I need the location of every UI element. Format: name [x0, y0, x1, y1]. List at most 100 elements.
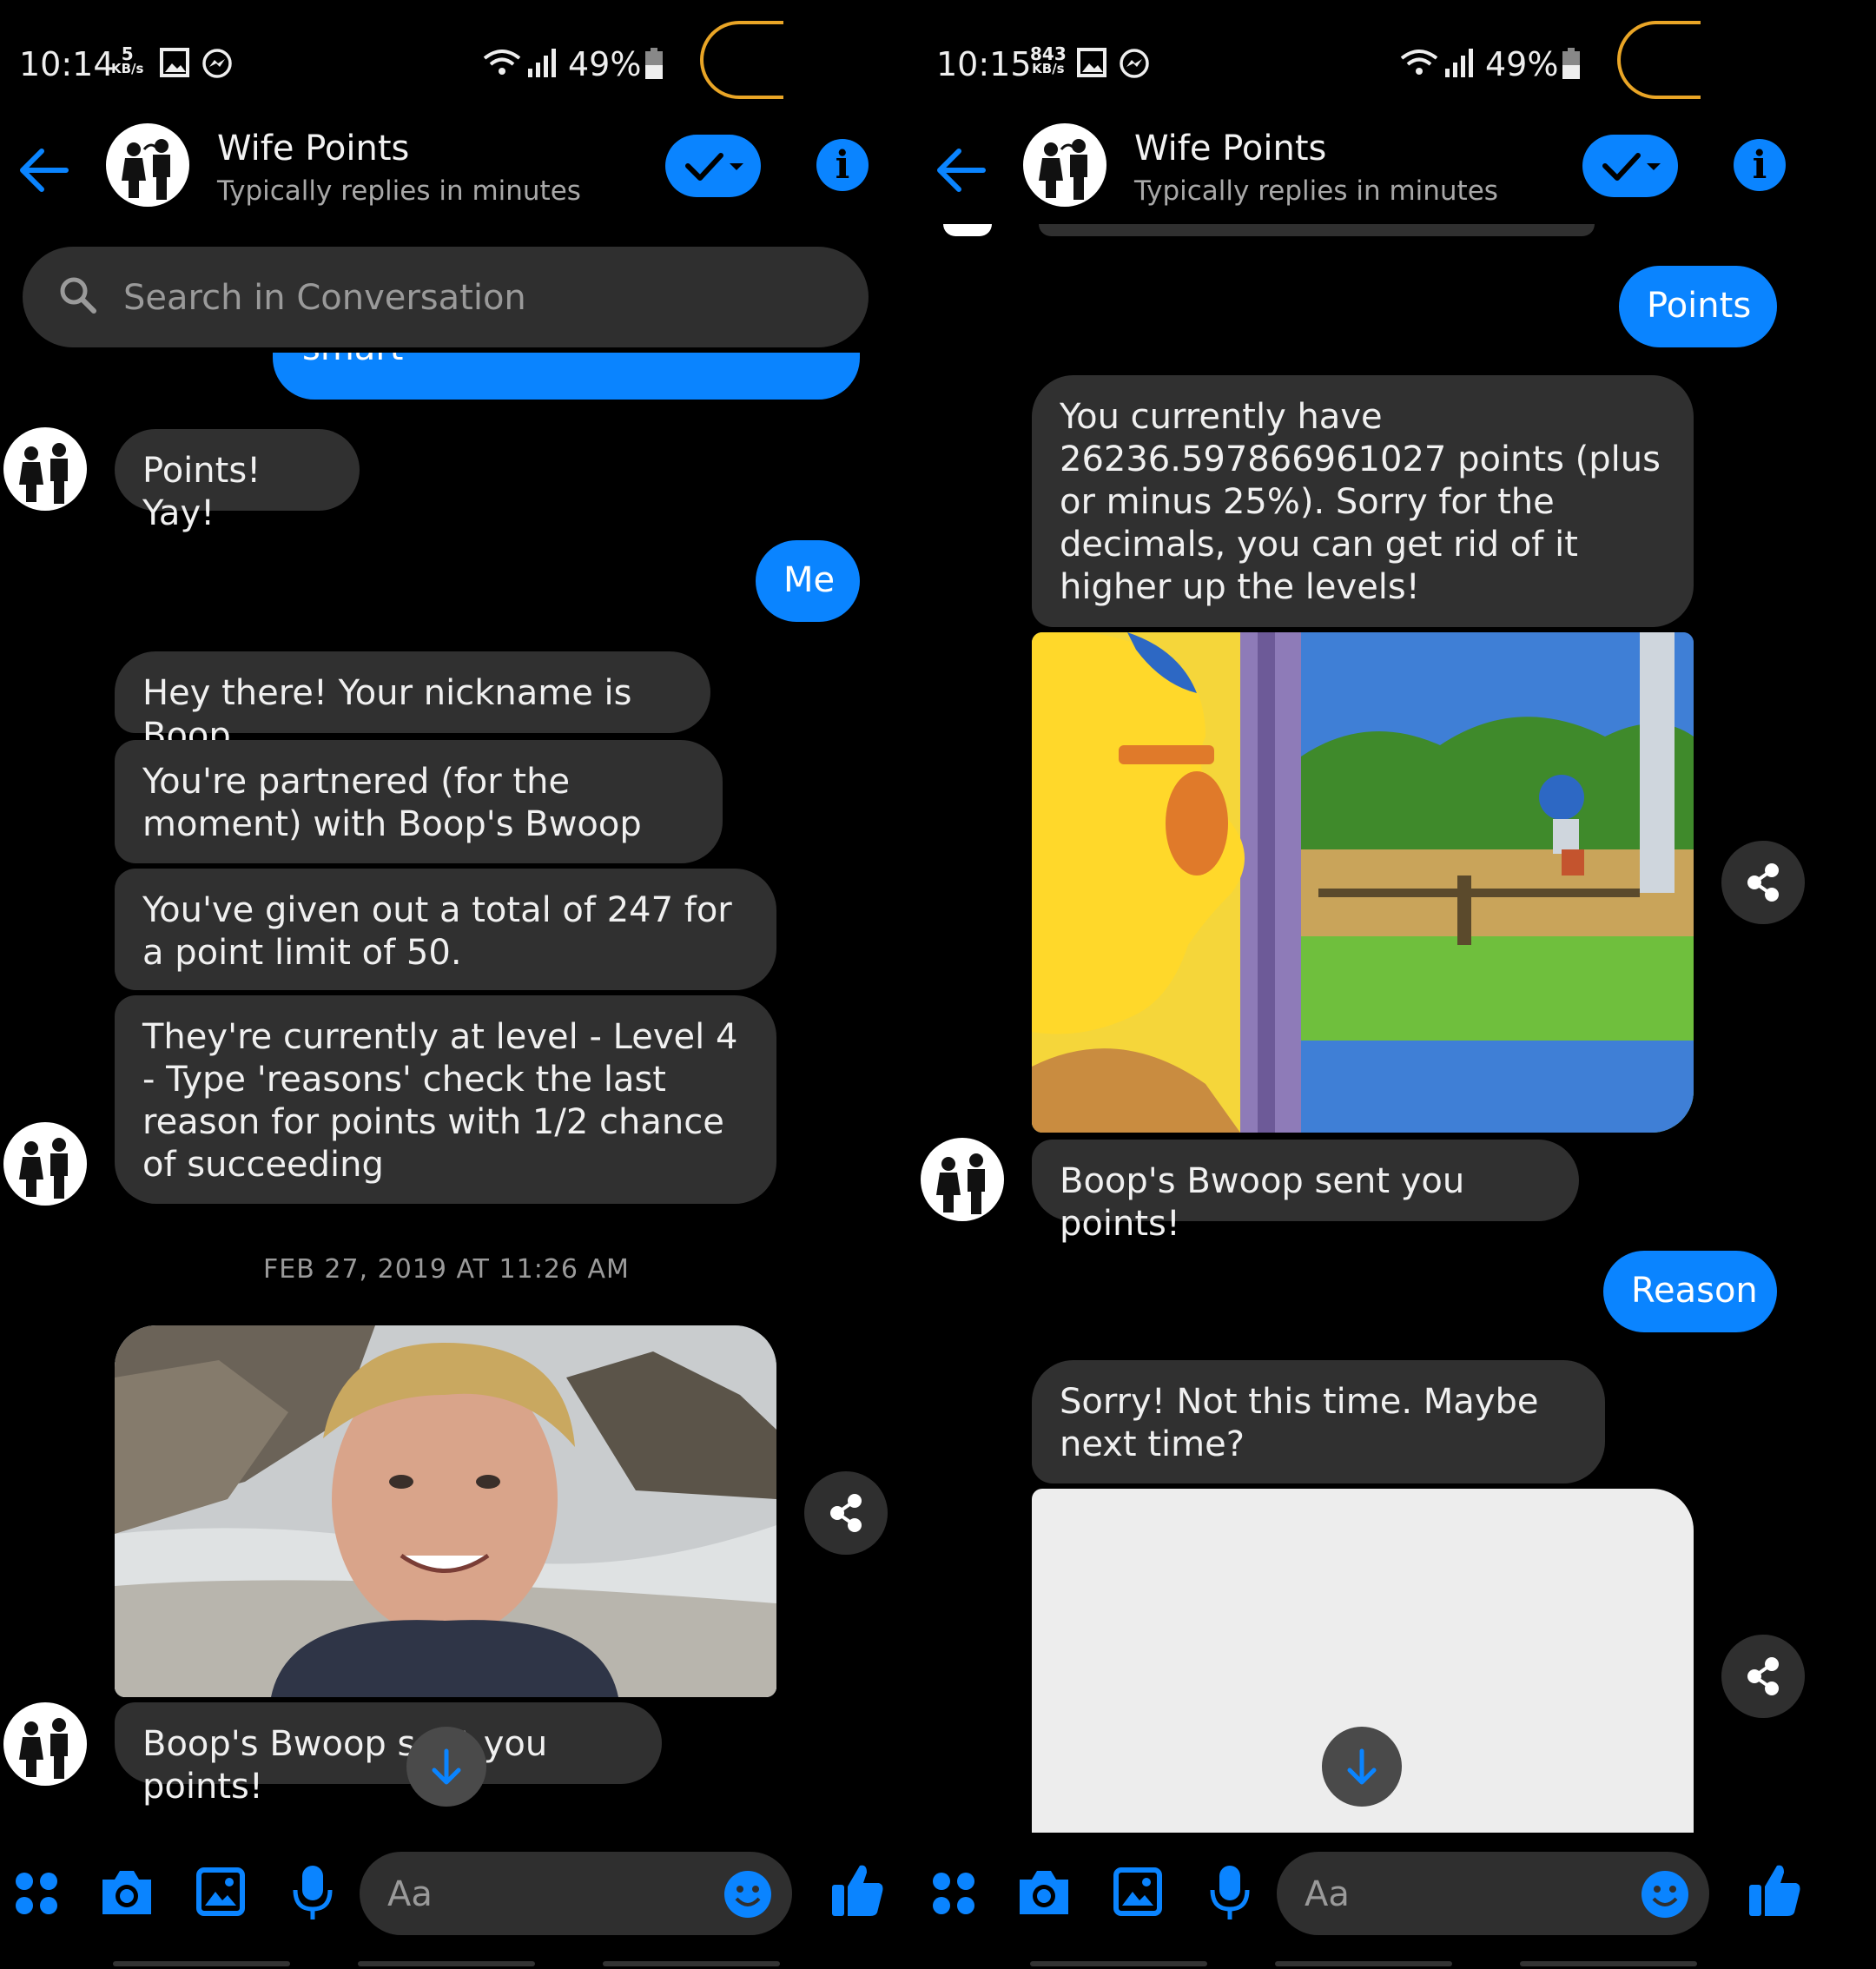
thumbs-up-icon[interactable] — [1747, 1862, 1801, 1918]
incoming-message[interactable]: They're currently at level - Level 4 - T… — [115, 995, 776, 1204]
messenger-icon — [1120, 49, 1149, 78]
bot-avatar[interactable] — [3, 427, 87, 511]
share-button[interactable] — [1721, 1635, 1805, 1718]
gallery-icon[interactable] — [1113, 1867, 1162, 1916]
nav-bar-indicator — [603, 1961, 780, 1966]
gif-image[interactable] — [1032, 632, 1694, 1133]
arrow-left-icon[interactable] — [933, 146, 988, 195]
check-dropdown-button[interactable] — [665, 135, 761, 197]
network-speed-unit: KB/s — [1032, 61, 1065, 76]
couple-avatar-icon — [1039, 139, 1087, 200]
message-input-placeholder: Aa — [1305, 1874, 1350, 1914]
wifi-icon — [1400, 50, 1438, 75]
bot-avatar[interactable] — [921, 1138, 1004, 1221]
network-speed-unit: KB/s — [111, 61, 144, 76]
info-icon[interactable]: i — [816, 139, 869, 191]
partial-outgoing-text: smart — [302, 353, 403, 368]
share-icon — [1747, 1657, 1779, 1695]
chat-title: Wife Points — [1134, 129, 1327, 168]
emoji-icon[interactable] — [723, 1869, 773, 1919]
gif-image[interactable] — [115, 1325, 776, 1697]
check-dropdown-icon — [685, 153, 743, 181]
camera-icon[interactable] — [1016, 1867, 1072, 1918]
apps-icon[interactable] — [931, 1871, 976, 1916]
apps-icon[interactable] — [14, 1871, 59, 1916]
share-icon — [830, 1494, 862, 1532]
incoming-message[interactable]: Hey there! Your nickname is Boop — [115, 651, 710, 756]
bot-avatar[interactable] — [3, 1122, 87, 1206]
mic-icon[interactable] — [290, 1864, 335, 1921]
nav-bar-indicator — [358, 1961, 535, 1966]
signal-icon — [528, 49, 556, 77]
battery-icon — [645, 48, 663, 79]
network-speed: 5 KB/s — [111, 43, 144, 76]
image-icon — [160, 48, 189, 77]
check-dropdown-icon — [1602, 153, 1661, 181]
network-speed-value: 5 — [121, 43, 134, 64]
status-time: 10:14 — [19, 45, 115, 83]
share-button[interactable] — [1721, 841, 1805, 924]
signal-icon — [1445, 49, 1473, 77]
nav-bar-indicator — [1520, 1961, 1697, 1966]
right-screenshot: 10:15 843 KB/s 49% Wife Points Typically… — [917, 0, 1855, 1969]
nav-bar-indicator — [1275, 1961, 1452, 1966]
battery-percent: 49% — [1485, 45, 1559, 83]
outgoing-message[interactable]: Me — [756, 540, 860, 622]
incoming-message[interactable]: Points! Yay! — [115, 429, 360, 533]
status-ring-decoration — [1617, 21, 1701, 99]
search-placeholder: Search in Conversation — [123, 278, 526, 318]
chat-subtitle: Typically replies in minutes — [1134, 175, 1498, 207]
search-icon — [60, 277, 96, 314]
share-icon — [1747, 863, 1779, 902]
couple-avatar-icon — [122, 139, 170, 200]
thumbs-up-icon[interactable] — [830, 1862, 884, 1918]
message-input[interactable]: Aa — [1277, 1852, 1709, 1935]
share-button[interactable] — [804, 1471, 888, 1555]
message-input-placeholder: Aa — [387, 1874, 433, 1914]
outgoing-message[interactable]: Reason — [1603, 1251, 1777, 1332]
chat-subtitle: Typically replies in minutes — [217, 175, 581, 207]
avatar[interactable] — [1023, 123, 1106, 207]
status-ring-decoration — [700, 21, 783, 99]
emoji-icon[interactable] — [1640, 1869, 1690, 1919]
search-input[interactable]: Search in Conversation — [23, 247, 869, 347]
arrow-down-icon — [1347, 1748, 1377, 1785]
incoming-message[interactable]: Boop's Bwoop sent you points! — [1032, 1140, 1579, 1244]
partial-incoming-bubble — [1039, 224, 1595, 236]
avatar[interactable] — [106, 123, 189, 207]
timestamp: FEB 27, 2019 AT 11:26 AM — [263, 1254, 630, 1285]
partial-outgoing-bubble[interactable]: smart — [273, 353, 860, 400]
nav-bar-indicator — [1030, 1961, 1207, 1966]
wifi-icon — [483, 50, 521, 75]
gallery-icon[interactable] — [196, 1867, 245, 1916]
cartoon-playground-image — [1032, 632, 1694, 1133]
incoming-message[interactable]: You've given out a total of 247 for a po… — [115, 869, 776, 990]
photo-young-man-beach — [115, 1325, 776, 1697]
couple-avatar-icon — [19, 443, 68, 504]
arrow-down-icon — [432, 1748, 461, 1785]
status-time: 10:15 — [936, 45, 1032, 83]
camera-icon[interactable] — [99, 1867, 155, 1918]
scroll-down-button[interactable] — [1322, 1727, 1402, 1807]
incoming-message[interactable]: Sorry! Not this time. Maybe next time? — [1032, 1360, 1605, 1483]
chat-title: Wife Points — [217, 129, 410, 168]
outgoing-message[interactable]: Points — [1619, 266, 1777, 347]
bot-avatar[interactable] — [3, 1702, 87, 1786]
info-icon[interactable]: i — [1734, 139, 1786, 191]
couple-avatar-icon — [936, 1153, 985, 1214]
couple-avatar-icon — [19, 1138, 68, 1199]
battery-icon — [1562, 48, 1580, 79]
arrow-left-icon[interactable] — [16, 146, 71, 195]
image-icon — [1077, 48, 1106, 77]
messenger-icon — [202, 49, 232, 78]
network-speed: 843 KB/s — [1030, 45, 1067, 76]
message-input[interactable]: Aa — [360, 1852, 792, 1935]
incoming-message[interactable]: Boop's Bwoop sent you points! — [115, 1702, 662, 1807]
scroll-down-button[interactable] — [406, 1727, 486, 1807]
couple-avatar-icon — [19, 1718, 68, 1779]
nav-bar-indicator — [113, 1961, 290, 1966]
mic-icon[interactable] — [1207, 1864, 1252, 1921]
incoming-message[interactable]: You're partnered (for the moment) with B… — [115, 740, 723, 863]
check-dropdown-button[interactable] — [1582, 135, 1678, 197]
incoming-message[interactable]: You currently have 26236.597866961027 po… — [1032, 375, 1694, 627]
